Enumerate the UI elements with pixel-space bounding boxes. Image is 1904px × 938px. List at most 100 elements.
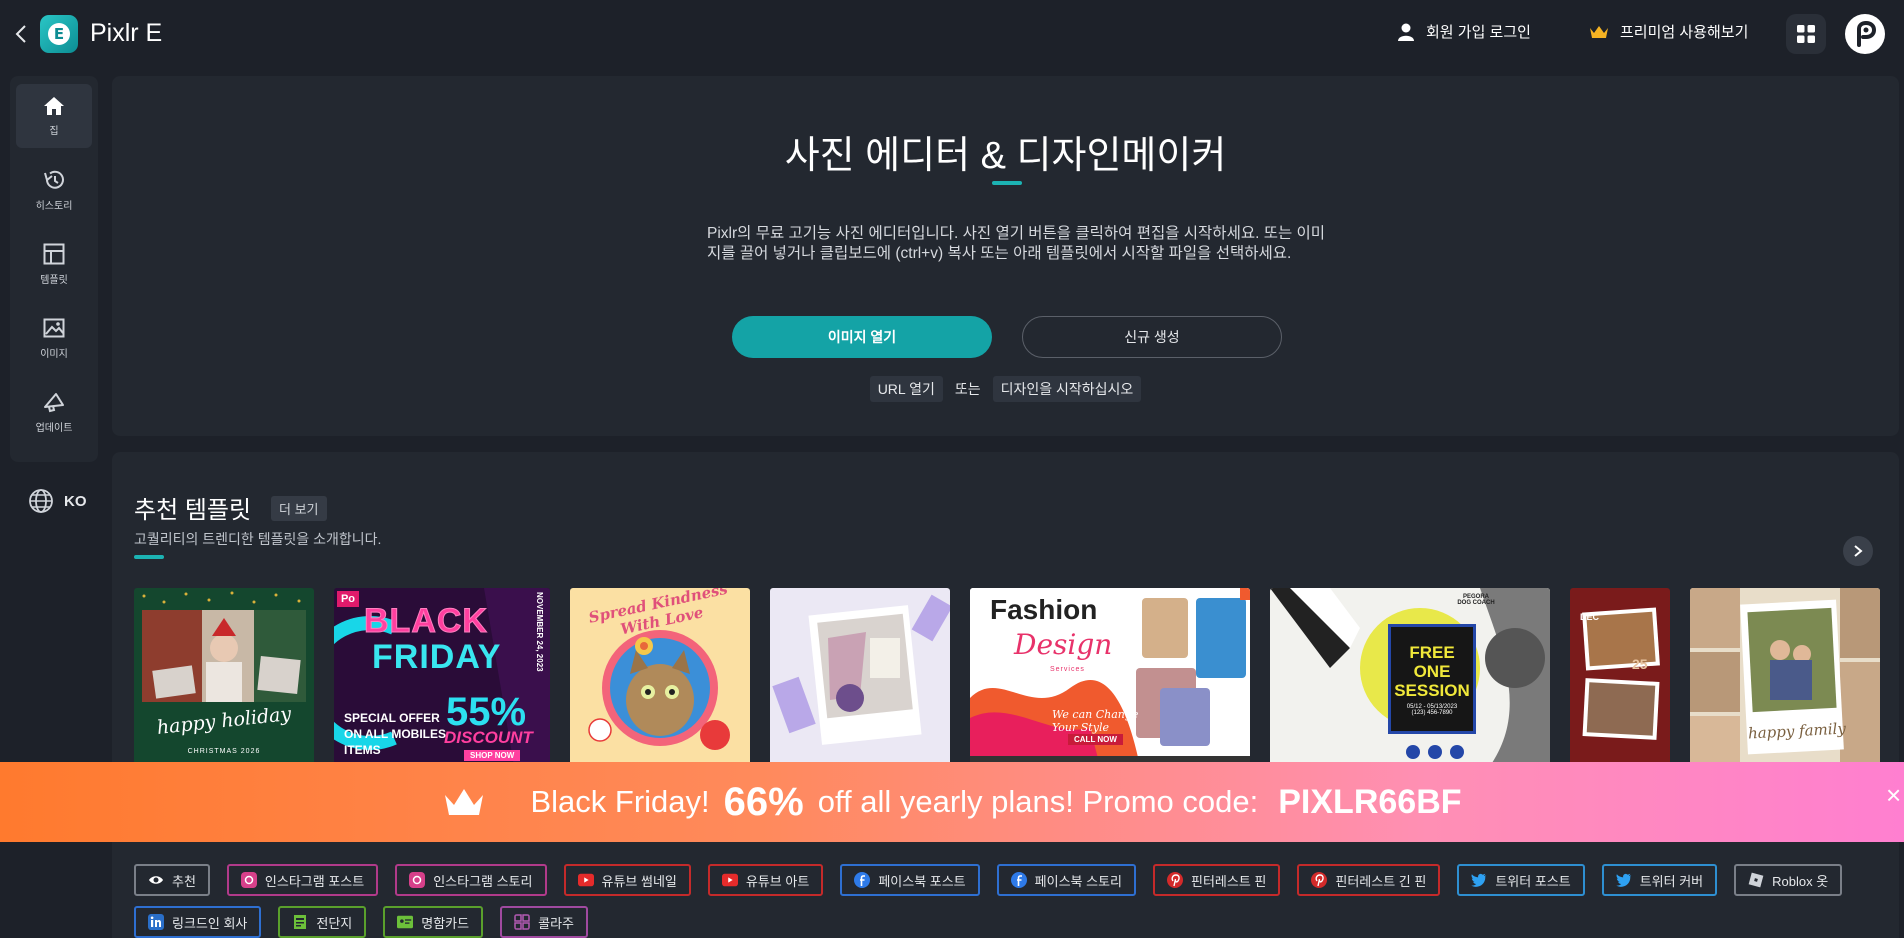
fashion-subtitle: Design xyxy=(1014,628,1113,661)
eye-icon xyxy=(149,876,163,884)
template-thumb-december[interactable]: DEC 25 xyxy=(1570,588,1670,766)
open-url-link[interactable]: URL 열기 xyxy=(869,376,943,402)
category-twitter-cover[interactable]: 트위터 커버 xyxy=(1601,864,1718,896)
hero-panel: 사진 에디터 & 디자인메이커 Pixlr의 무료 고기능 사진 에디터입니다.… xyxy=(112,76,1899,436)
app-title: Pixlr E xyxy=(90,19,163,47)
templates-title: 추천 템플릿 xyxy=(134,497,252,524)
template-thumb-family[interactable]: happy family xyxy=(1690,588,1880,766)
category-linkedin-company[interactable]: 링크드인 회사 xyxy=(134,906,262,938)
pinterest-icon xyxy=(1311,872,1328,888)
bf-offer-1: SPECIAL OFFER xyxy=(344,711,440,725)
template-thumb-christmas[interactable]: happy holiday CHRISTMAS 2026 xyxy=(134,588,314,766)
fashion-call-now: CALL NOW xyxy=(1068,734,1123,745)
category-label: 인스타그램 스토리 xyxy=(433,873,533,889)
facebook-icon xyxy=(1010,872,1027,888)
category-youtube-thumbnail[interactable]: 유튜브 썸네일 xyxy=(563,864,691,896)
category-instagram-post[interactable]: 인스타그램 포스트 xyxy=(226,864,379,896)
category-label: 페이스북 스토리 xyxy=(1034,873,1122,889)
templates-subtitle: 고퀄리티의 트렌디한 템플릿을 소개합니다. xyxy=(134,531,382,547)
dog-offer-3: SESSION xyxy=(1394,681,1470,700)
category-youtube-art[interactable]: 유튜브 아트 xyxy=(707,864,824,896)
see-more-link[interactable]: 더 보기 xyxy=(271,496,327,521)
instagram-icon xyxy=(240,872,257,888)
login-button[interactable]: 회원 가입 로그인 xyxy=(1396,21,1531,42)
fashion-services: Services xyxy=(1050,666,1085,673)
sidebar-item-history[interactable]: 히스토리 xyxy=(16,158,92,222)
roblox-icon xyxy=(1748,872,1764,888)
back-arrow-icon[interactable] xyxy=(14,24,28,44)
title-accent-line xyxy=(992,181,1022,185)
template-thumb-lavender[interactable] xyxy=(770,588,950,766)
fashion-tagline-1: We can Change xyxy=(1052,708,1139,721)
pixlr-account-button[interactable] xyxy=(1845,14,1885,54)
category-pinterest-long-pin[interactable]: 핀터레스트 긴 핀 xyxy=(1297,864,1441,896)
sidebar-item-label: 집 xyxy=(49,125,59,137)
category-instagram-story[interactable]: 인스타그램 스토리 xyxy=(395,864,547,896)
category-label: 핀터레스트 핀 xyxy=(1191,873,1267,889)
category-label: 유튜브 썸네일 xyxy=(601,873,677,889)
template-icon xyxy=(43,243,65,264)
templates-next-button[interactable] xyxy=(1843,536,1873,566)
pinterest-icon xyxy=(1167,872,1183,888)
bf-discount: DISCOUNT xyxy=(444,728,533,747)
bf-brand: Po xyxy=(337,591,359,607)
crown-icon xyxy=(445,789,484,815)
category-label: 추천 xyxy=(172,873,196,889)
category-label: 트위터 포스트 xyxy=(1495,873,1571,889)
create-new-button[interactable]: 신규 생성 xyxy=(1022,316,1282,358)
dec-day: 25 xyxy=(1632,656,1648,672)
promo-banner[interactable]: Black Friday! 66% off all yearly plans! … xyxy=(0,762,1904,842)
home-icon xyxy=(44,96,64,115)
category-roblox-clothes[interactable]: Roblox 옷 xyxy=(1734,864,1843,896)
dog-social-icons xyxy=(1406,745,1464,759)
sidebar-item-label: 이미지 xyxy=(40,348,68,360)
fashion-title: Fashion xyxy=(990,594,1098,625)
sidebar-item-home[interactable]: 집 xyxy=(16,84,92,148)
flyer-icon xyxy=(294,915,307,929)
category-flyer[interactable]: 전단지 xyxy=(278,906,367,938)
promo-text-2: off all yearly plans! Promo code: xyxy=(817,784,1259,819)
sidebar-item-templates[interactable]: 템플릿 xyxy=(16,232,92,296)
linkedin-icon xyxy=(148,914,164,930)
category-pinterest-pin[interactable]: 핀터레스트 핀 xyxy=(1153,864,1281,896)
category-twitter-post[interactable]: 트위터 포스트 xyxy=(1457,864,1585,896)
twitter-icon xyxy=(1471,873,1487,887)
template-thumb-dog-coach[interactable]: FREE ONE SESSION 05/12 - 05/13/2023 (123… xyxy=(1270,588,1550,766)
sidebar-item-updates[interactable]: 업데이트 xyxy=(16,380,92,444)
twitter-icon xyxy=(1615,873,1631,887)
app-logo[interactable]: E xyxy=(40,15,78,53)
open-image-button[interactable]: 이미지 열기 xyxy=(732,316,992,358)
sidebar: 집 히스토리 템플릿 이미지 업데이트 xyxy=(10,76,98,462)
template-thumb-black-friday[interactable]: Po BLACK FRIDAY SPECIAL OFFER ON ALL MOB… xyxy=(334,588,550,766)
category-facebook-story[interactable]: 페이스북 스토리 xyxy=(996,864,1136,896)
start-design-link[interactable]: 디자인을 시작하십시오 xyxy=(992,376,1142,402)
category-label: 콜라주 xyxy=(538,915,574,931)
template-thumb-fashion[interactable]: Fashion Design Services We can Change Yo… xyxy=(970,588,1250,766)
bf-shop-now: SHOP NOW xyxy=(464,750,521,761)
language-selector[interactable]: KO xyxy=(28,488,87,514)
history-icon xyxy=(44,170,64,189)
dog-offer-box: FREE ONE SESSION 05/12 - 05/13/2023 (123… xyxy=(1388,624,1476,734)
template-thumb-cat[interactable]: Spread Kindness With Love xyxy=(570,588,750,766)
category-business-card[interactable]: 명함카드 xyxy=(383,906,484,938)
promo-discount: 66% xyxy=(723,779,804,824)
sidebar-item-label: 히스토리 xyxy=(35,200,73,212)
category-facebook-post[interactable]: 페이스북 포스트 xyxy=(840,864,980,896)
sidebar-item-label: 템플릿 xyxy=(40,274,68,286)
fashion-tagline-2: Your Style xyxy=(1052,721,1109,734)
youtube-icon xyxy=(577,873,594,887)
or-text: 또는 xyxy=(954,381,981,397)
templates-accent-line xyxy=(134,555,164,559)
sidebar-item-images[interactable]: 이미지 xyxy=(16,306,92,370)
category-featured[interactable]: 추천 xyxy=(134,864,210,896)
dec-label: DEC xyxy=(1580,612,1600,622)
category-label: Roblox 옷 xyxy=(1772,873,1829,889)
apps-grid-button[interactable] xyxy=(1786,14,1826,54)
language-label: KO xyxy=(64,492,87,510)
login-label: 회원 가입 로그인 xyxy=(1426,24,1531,41)
category-collage[interactable]: 콜라주 xyxy=(500,906,588,938)
dog-offer-2: ONE xyxy=(1413,662,1451,681)
premium-button[interactable]: 프리미엄 사용해보기 xyxy=(1588,21,1748,42)
close-icon[interactable]: × xyxy=(1886,780,1901,811)
dog-brand: PEGORA DOG COACH xyxy=(1457,594,1495,606)
